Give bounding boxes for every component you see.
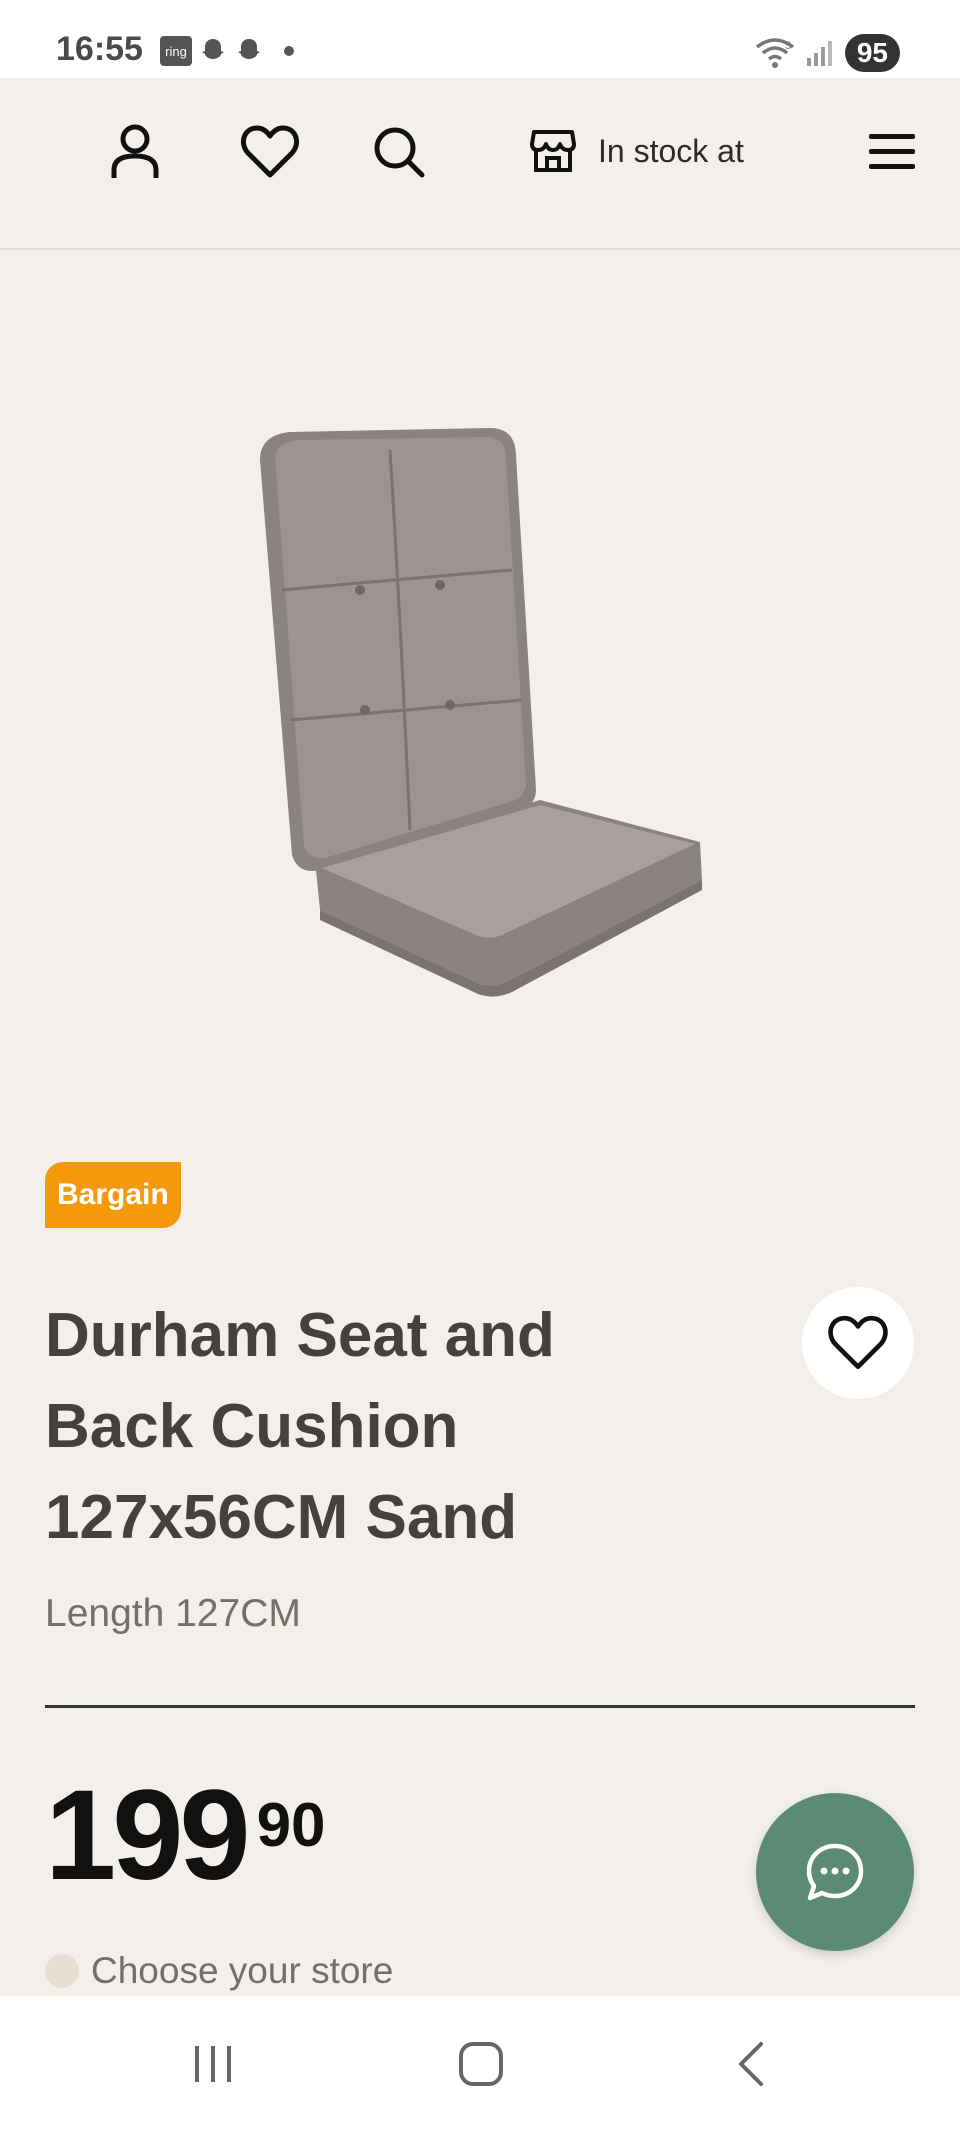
product-title: Durham Seat and Back Cushion 127x56CM Sa… <box>45 1301 555 1552</box>
search-icon <box>374 127 425 178</box>
recent-apps-button[interactable] <box>178 2034 248 2094</box>
heart-icon <box>240 125 300 178</box>
product-variant: Length 127CM <box>45 1592 301 1635</box>
product-price: 199 90 <box>45 1772 326 1900</box>
back-button[interactable] <box>716 2034 786 2094</box>
search-button[interactable] <box>367 120 431 184</box>
price-whole: 199 <box>45 1764 251 1907</box>
more-notifications-dot <box>284 46 294 56</box>
store-status-dot <box>45 1954 79 1988</box>
hamburger-menu-icon <box>869 134 915 169</box>
wishlist-button[interactable] <box>238 120 302 184</box>
store-icon <box>530 130 576 172</box>
battery-indicator: 95 <box>844 34 900 72</box>
user-icon <box>111 124 159 178</box>
signal-icon <box>806 41 832 66</box>
product-image[interactable] <box>240 410 720 1010</box>
wifi-icon: 5 <box>755 38 794 68</box>
store-selector-button[interactable]: In stock at <box>530 118 744 184</box>
back-chevron-icon <box>739 2042 763 2086</box>
add-to-wishlist-button[interactable] <box>802 1287 914 1399</box>
notification-icons: ring <box>160 36 294 66</box>
status-bar: 16:55 ring 5 95 <box>0 0 960 78</box>
choose-store-link[interactable]: Choose your store <box>45 1950 393 1992</box>
menu-button[interactable] <box>860 120 924 184</box>
site-header: In stock at <box>0 78 960 250</box>
chat-bubble-icon <box>806 1843 864 1901</box>
chat-button[interactable] <box>756 1793 914 1951</box>
home-button[interactable] <box>446 2034 516 2094</box>
home-icon <box>459 2042 503 2086</box>
heart-icon <box>828 1315 888 1370</box>
store-selector-label: In stock at <box>598 132 744 169</box>
choose-store-label: Choose your store <box>91 1950 394 1991</box>
cushion-illustration <box>260 428 702 997</box>
price-decimal: 90 <box>256 1791 326 1860</box>
account-button[interactable] <box>103 120 167 184</box>
recent-apps-icon <box>195 2046 231 2082</box>
wifi-band-label: 5 <box>785 40 791 52</box>
section-divider <box>45 1705 915 1708</box>
system-nav-bar <box>0 1996 960 2133</box>
bargain-badge: Bargain <box>45 1162 181 1228</box>
snapchat-icon <box>202 39 224 59</box>
ring-app-icon: ring <box>160 36 192 66</box>
status-time: 16:55 <box>56 30 143 68</box>
snapchat-icon <box>238 39 260 59</box>
system-icons: 5 95 <box>755 34 900 72</box>
